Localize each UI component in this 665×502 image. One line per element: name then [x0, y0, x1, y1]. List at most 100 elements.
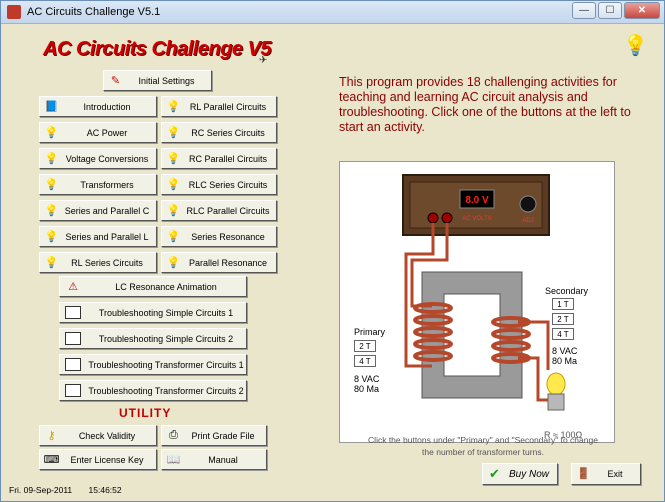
- troubleshooting-transformer-circuits-2-button[interactable]: Troubleshooting Transformer Circuits 2: [59, 380, 247, 401]
- exit-label: Exit: [607, 469, 623, 479]
- rlc-series-circuits-button-label: RLC Series Circuits: [188, 179, 268, 190]
- introduction-button[interactable]: 📘 Introduction: [39, 96, 157, 117]
- lamp-bulb: [546, 372, 566, 396]
- transformers-button-label: Transformers: [80, 179, 134, 190]
- terminal-left: [427, 212, 439, 224]
- primary-2t-button[interactable]: 2 T: [354, 340, 376, 352]
- bulb-icon: 💡: [166, 205, 181, 217]
- check-validity-button[interactable]: ⚷ Check Validity: [39, 425, 157, 446]
- enter-license-key-button[interactable]: ⌨ Enter License Key: [39, 449, 157, 470]
- utility-heading: UTILITY: [119, 406, 172, 420]
- series-resonance-button-label: Series Resonance: [191, 231, 265, 242]
- pencil-icon: ✎: [110, 75, 121, 87]
- transformer-diagram: 8.0 V AC VOLTS ADJ Primary 8 VAC 80 Ma S…: [339, 161, 615, 443]
- troubleshooting-simple-circuits-1-button-label: Troubleshooting Simple Circuits 1: [98, 307, 234, 318]
- parallel-resonance-button[interactable]: 💡 Parallel Resonance: [161, 252, 277, 273]
- book-icon: 📖: [166, 454, 181, 466]
- lamp-socket: [547, 393, 565, 411]
- troubleshooting-transformer-circuits-1-button[interactable]: Troubleshooting Transformer Circuits 1: [59, 354, 247, 375]
- initial-settings-button[interactable]: ✎ Initial Settings: [103, 70, 212, 91]
- bulb-icon: 💡: [44, 231, 59, 243]
- troubleshooting-simple-circuits-1-button[interactable]: Troubleshooting Simple Circuits 1: [59, 302, 247, 323]
- series-and-parallel-l-button[interactable]: 💡 Series and Parallel L: [39, 226, 157, 247]
- adj-knob: [519, 195, 537, 213]
- rlc-parallel-circuits-button[interactable]: 💡 RLC Parallel Circuits: [161, 200, 277, 221]
- oscilloscope-icon: [65, 358, 81, 371]
- oscilloscope-icon: [65, 332, 81, 345]
- status-time: 15:46:52: [88, 485, 122, 495]
- meter-value: 8.0 V: [465, 195, 489, 206]
- bulb-icon: 💡: [166, 127, 181, 139]
- exit-door-icon: 🚪: [576, 468, 591, 480]
- print-grade-file-label: Print Grade File: [191, 430, 255, 441]
- program-description: This program provides 18 challenging act…: [339, 75, 631, 134]
- bird-icon: ✈: [259, 55, 268, 66]
- troubleshooting-transformer-circuits-1-button-label: Troubleshooting Transformer Circuits 1: [88, 359, 244, 370]
- lc-resonance-animation-button[interactable]: ⚠ LC Resonance Animation: [59, 276, 247, 297]
- secondary-ma: 80 Ma: [552, 356, 577, 366]
- secondary-1t-button[interactable]: 1 T: [552, 298, 574, 310]
- bulb-icon: 💡: [44, 127, 59, 139]
- ac-power-button-label: AC Power: [86, 127, 128, 138]
- lightbulb-icon: 💡: [623, 35, 648, 57]
- buy-now-label: Buy Now: [508, 468, 549, 480]
- rlc-series-circuits-button[interactable]: 💡 RLC Series Circuits: [161, 174, 277, 195]
- enter-license-key-label: Enter License Key: [70, 454, 144, 465]
- manual-label: Manual: [208, 454, 238, 465]
- series-resonance-button[interactable]: 💡 Series Resonance: [161, 226, 277, 247]
- close-button[interactable]: ✕: [624, 2, 660, 19]
- maximize-button[interactable]: ☐: [598, 2, 622, 19]
- oscilloscope-icon: [65, 306, 81, 319]
- rc-parallel-circuits-button[interactable]: 💡 RC Parallel Circuits: [161, 148, 277, 169]
- voltage-conversions-button[interactable]: 💡 Voltage Conversions: [39, 148, 157, 169]
- keyboard-icon: ⌨: [43, 454, 60, 466]
- adj-label: ADJ: [522, 218, 533, 224]
- series-and-parallel-c-button[interactable]: 💡 Series and Parallel C: [39, 200, 157, 221]
- secondary-2t-button[interactable]: 2 T: [552, 313, 574, 325]
- bulb-icon: 💡: [44, 179, 59, 191]
- title-bar[interactable]: AC Circuits Challenge V5.1 — ☐ ✕: [1, 1, 664, 24]
- manual-button[interactable]: 📖 Manual: [161, 449, 267, 470]
- initial-settings-label: Initial Settings: [138, 75, 195, 86]
- terminal-right: [441, 212, 453, 224]
- bulb-icon: 💡: [166, 179, 181, 191]
- introduction-button-label: Introduction: [83, 101, 131, 112]
- book-icon: 📘: [44, 101, 59, 113]
- rl-parallel-circuits-button[interactable]: 💡 RL Parallel Circuits: [161, 96, 277, 117]
- troubleshooting-transformer-circuits-2-button-label: Troubleshooting Transformer Circuits 2: [88, 385, 244, 396]
- bulb-icon: 💡: [44, 153, 59, 165]
- bulb-icon: 💡: [44, 205, 59, 217]
- troubleshooting-simple-circuits-2-button[interactable]: Troubleshooting Simple Circuits 2: [59, 328, 247, 349]
- key-icon: ⚷: [47, 430, 56, 442]
- primary-4t-button[interactable]: 4 T: [354, 355, 376, 367]
- parallel-resonance-button-label: Parallel Resonance: [188, 257, 268, 268]
- exit-button[interactable]: 🚪 Exit: [571, 463, 641, 485]
- rc-series-circuits-button[interactable]: 💡 RC Series Circuits: [161, 122, 277, 143]
- print-grade-file-button[interactable]: ⎙ Print Grade File: [161, 425, 267, 446]
- status-date: Fri. 09-Sep-2011: [9, 485, 73, 495]
- turns-hint: Click the buttons under "Primary" and "S…: [368, 435, 598, 457]
- minimize-button[interactable]: —: [572, 2, 596, 19]
- transformers-button[interactable]: 💡 Transformers: [39, 174, 157, 195]
- status-bar: Fri. 09-Sep-2011 15:46:52: [9, 485, 122, 495]
- rl-series-circuits-button[interactable]: 💡 RL Series Circuits: [39, 252, 157, 273]
- secondary-4t-button[interactable]: 4 T: [552, 328, 574, 340]
- oscilloscope-icon: [65, 384, 81, 397]
- bulb-icon: 💡: [166, 101, 181, 113]
- ac-power-button[interactable]: 💡 AC Power: [39, 122, 157, 143]
- primary-vac: 8 VAC: [354, 374, 380, 384]
- buy-now-button[interactable]: ✔ Buy Now: [482, 463, 558, 485]
- rlc-parallel-circuits-button-label: RLC Parallel Circuits: [186, 205, 270, 216]
- printer-icon: ⎙: [169, 429, 178, 441]
- voltage-conversions-button-label: Voltage Conversions: [65, 153, 149, 164]
- transformer-svg: 8.0 V AC VOLTS ADJ Primary 8 VAC 80 Ma S…: [354, 174, 589, 440]
- secondary-label: Secondary: [545, 286, 589, 296]
- primary-ma: 80 Ma: [354, 384, 379, 394]
- bulb-icon: 💡: [166, 231, 181, 243]
- warning-icon: ⚠: [68, 281, 78, 293]
- bulb-icon: 💡: [166, 257, 181, 269]
- check-validity-label: Check Validity: [78, 430, 136, 441]
- rc-parallel-circuits-button-label: RC Parallel Circuits: [188, 153, 268, 164]
- series-and-parallel-c-button-label: Series and Parallel C: [64, 205, 150, 216]
- window-title: AC Circuits Challenge V5.1: [27, 6, 161, 18]
